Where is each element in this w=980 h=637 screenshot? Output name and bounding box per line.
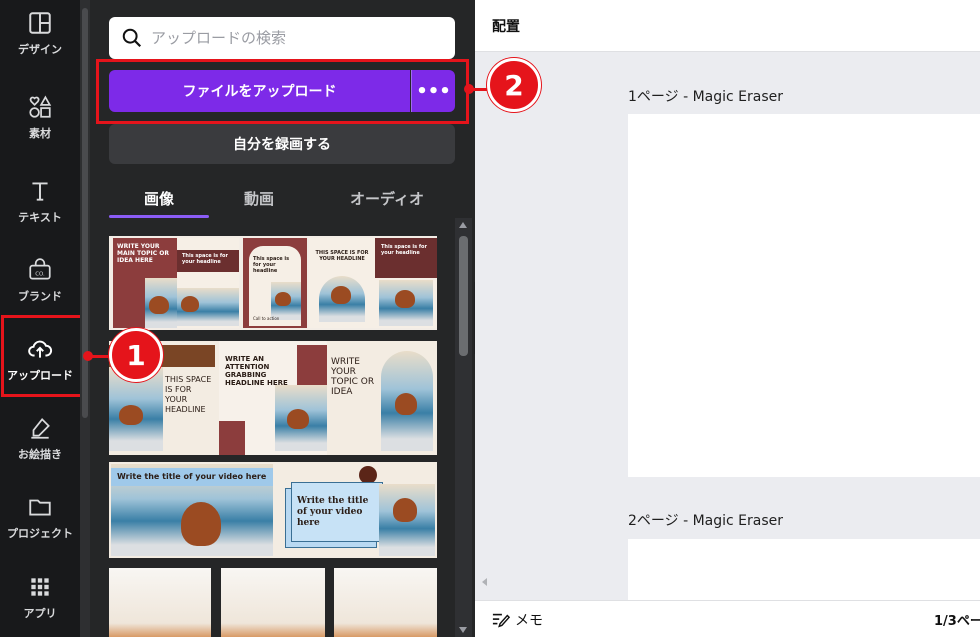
template-card: This space is for your headline: [375, 238, 437, 328]
rail-scrollbar[interactable]: [80, 0, 90, 637]
page-label: 2ページ - Magic Eraser: [628, 513, 784, 529]
dog-photo: [379, 484, 435, 556]
app-window: デザイン 素材 テキスト CO. ブランド アップロード お絵描き プロジェクト: [0, 0, 980, 637]
apps-grid-icon: [31, 578, 49, 596]
template-card: WRITE AN ATTENTION GRABBING HEADLINE HER…: [219, 341, 327, 455]
dog-photo: [177, 288, 239, 326]
rail-item-label: テキスト: [18, 211, 62, 224]
page-canvas[interactable]: [628, 539, 980, 600]
upload-thumbnail[interactable]: [109, 568, 437, 637]
image-card: [109, 568, 211, 637]
card-text: WRITE AN ATTENTION GRABBING HEADLINE HER…: [225, 355, 288, 387]
rail-item-apps[interactable]: アプリ: [0, 564, 80, 628]
folder-icon: [29, 499, 51, 516]
search-input[interactable]: [151, 29, 431, 47]
more-options-button[interactable]: •••: [411, 70, 455, 112]
dog-photo: [275, 385, 327, 451]
active-tab-indicator: [109, 215, 209, 218]
workspace-topbar: 配置: [475, 0, 980, 52]
page-label: 1ページ - Magic Eraser: [628, 89, 784, 105]
search-icon: [122, 28, 142, 48]
dog-photo: [379, 280, 433, 326]
rail-item-brand[interactable]: CO. ブランド: [0, 247, 80, 311]
draw-icon: [31, 418, 50, 439]
scroll-up-icon[interactable]: [459, 222, 467, 228]
card-text: WRITE YOUR TOPIC OR IDEA: [331, 357, 375, 397]
rail-item-elements[interactable]: 素材: [0, 84, 80, 148]
dog-photo: [145, 278, 177, 328]
card-text: WRITE YOUR MAIN TOPIC OR IDEA HERE: [117, 243, 169, 264]
notes-icon: [492, 613, 511, 628]
rail-item-text[interactable]: テキスト: [0, 168, 80, 232]
template-card: WRITE YOUR TOPIC OR IDEA: [327, 341, 437, 455]
horizontal-scrollbar[interactable]: [478, 576, 980, 588]
card-small-text: Call to action: [253, 316, 280, 321]
upload-file-button[interactable]: ファイルをアップロード: [109, 70, 410, 112]
callout-badge-1: 1: [109, 328, 163, 382]
template-card: Write the title of your video here: [279, 464, 435, 556]
rail-item-label: デザイン: [18, 43, 62, 56]
panel-scrollbar[interactable]: [455, 218, 472, 637]
rail-item-label: ブランド: [18, 290, 62, 303]
tab-videos[interactable]: 動画: [209, 178, 309, 218]
callout-badge-2: 2: [487, 58, 541, 112]
upload-thumbnail[interactable]: WRITE YOUR MAIN TOPIC OR IDEA HERE This …: [109, 236, 437, 330]
notes-button[interactable]: メモ: [491, 610, 543, 630]
text-icon: [32, 182, 48, 201]
image-card: [334, 568, 437, 637]
template-card: Write the title of your video here: [111, 464, 273, 556]
rail-item-label: お絵描き: [18, 448, 62, 461]
elements-icon: [29, 95, 52, 118]
dog-photo: [271, 282, 301, 320]
card-text: Write the title of your video here: [117, 472, 267, 481]
rail-item-design[interactable]: デザイン: [0, 0, 80, 64]
rail-item-label: プロジェクト: [7, 527, 73, 540]
template-card: This space is for your headline: [177, 238, 239, 328]
scroll-left-icon[interactable]: [482, 578, 487, 586]
search-box[interactable]: [109, 17, 455, 59]
card-text: THIS SPACE IS FOR YOUR HEADLINE: [165, 375, 212, 414]
tab-images[interactable]: 画像: [109, 178, 209, 218]
rail-item-label: 素材: [29, 127, 51, 140]
card-text: This space is for your headline: [253, 256, 290, 274]
template-card: This space is for your headline Call to …: [243, 238, 307, 328]
dog-photo: [381, 351, 433, 451]
upload-thumbnail[interactable]: Write the title of your video here Write…: [109, 462, 437, 558]
scroll-down-icon[interactable]: [459, 627, 467, 633]
scrollbar-thumb[interactable]: [459, 236, 468, 356]
svg-text:CO.: CO.: [35, 271, 45, 277]
canvas-area: 1ページ - Magic Eraser 2ページ - Magic Eraser: [475, 53, 980, 600]
card-text: This space is for your headline: [182, 253, 228, 265]
layout-icon: [29, 12, 51, 34]
page-canvas[interactable]: [628, 114, 980, 477]
card-text: Write the title of your video here: [297, 496, 369, 528]
media-tabs: 画像 動画 オーディオ: [109, 178, 455, 218]
notes-label: メモ: [515, 613, 543, 629]
card-text: THIS SPACE IS FOR YOUR HEADLINE: [315, 250, 369, 262]
workspace-bottombar: メモ 1/3ペー: [475, 600, 980, 637]
brand-icon: CO.: [29, 258, 51, 280]
upload-highlight-box: [1, 315, 85, 397]
rail-item-projects[interactable]: プロジェクト: [0, 484, 80, 548]
dog-photo: [319, 276, 365, 322]
rail-item-draw[interactable]: お絵描き: [0, 405, 80, 469]
rail-item-label: アプリ: [23, 607, 57, 620]
tab-audio[interactable]: オーディオ: [319, 178, 455, 218]
template-card: THIS SPACE IS FOR YOUR HEADLINE: [309, 238, 375, 328]
template-card: WRITE YOUR MAIN TOPIC OR IDEA HERE: [113, 238, 177, 328]
page-title: 配置: [492, 19, 520, 35]
page-counter[interactable]: 1/3ペー: [934, 610, 980, 629]
image-card: [221, 568, 325, 637]
record-yourself-button[interactable]: 自分を録画する: [109, 124, 455, 164]
card-text: This space is for your headline: [381, 244, 427, 256]
